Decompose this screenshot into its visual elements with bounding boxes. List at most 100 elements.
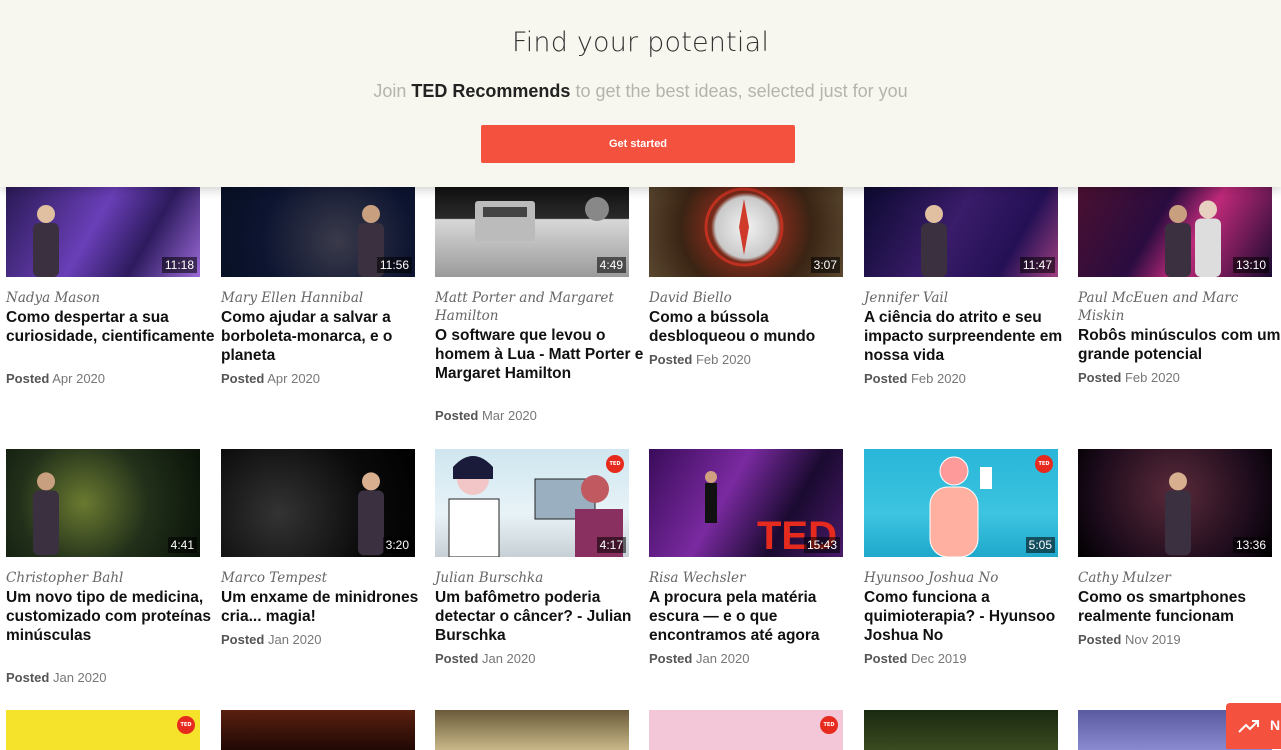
talk-duration: 4:41 [167, 537, 197, 553]
talk-posted-date: Posted Jan 2020 [6, 670, 106, 685]
talk-title[interactable]: A procura pela matéria escura — e o que … [649, 588, 861, 645]
talk-posted-date: Posted Jan 2020 [435, 651, 535, 666]
talk-thumbnail[interactable] [221, 710, 415, 750]
talk-posted-date: Posted Nov 2019 [1078, 632, 1181, 647]
banner-subtitle-prefix: Join [373, 81, 407, 101]
talk-duration: 13:10 [1232, 257, 1269, 273]
banner-subtitle: Join TED Recommends to get the best idea… [0, 81, 1281, 102]
ted-badge-icon: TED [177, 716, 195, 734]
posted-date: Jan 2020 [267, 632, 322, 647]
posted-label: Posted [221, 371, 265, 386]
posted-label: Posted [221, 632, 265, 647]
talk-posted-date: Posted Apr 2020 [6, 371, 105, 386]
talk-speaker: Jennifer Vail [864, 290, 949, 306]
talk-thumbnail[interactable]: TED 15:43 [649, 449, 843, 557]
talk-speaker: Christopher Bahl [6, 570, 124, 586]
ted-badge-icon: TED [1035, 455, 1053, 473]
posted-label: Posted [6, 371, 50, 386]
posted-label: Posted [1078, 370, 1122, 385]
talk-thumbnail[interactable]: TED [649, 710, 843, 750]
posted-date: Feb 2020 [1124, 370, 1180, 385]
posted-date: Feb 2020 [695, 352, 751, 367]
talk-duration: 5:05 [1025, 537, 1055, 553]
talk-title[interactable]: Um enxame de minidrones cria... magia! [221, 588, 433, 626]
talk-thumbnail[interactable] [864, 710, 1058, 750]
talk-thumbnail[interactable]: 11:47 [864, 187, 1058, 277]
talk-posted-date: Posted Feb 2020 [864, 371, 966, 386]
posted-date: Apr 2020 [267, 371, 321, 386]
talk-duration: 4:49 [596, 257, 626, 273]
talk-duration: 15:43 [803, 537, 840, 553]
trending-button[interactable]: N [1226, 703, 1281, 749]
talk-thumbnail[interactable]: TED [6, 710, 200, 750]
talk-posted-date: Posted Mar 2020 [435, 408, 537, 423]
talk-thumbnail[interactable]: 4:49 [435, 187, 629, 277]
talk-title[interactable]: Um novo tipo de medicina, customizado co… [6, 588, 218, 645]
talk-duration: 11:56 [376, 257, 412, 273]
posted-date: Feb 2020 [910, 371, 966, 386]
talk-thumbnail[interactable]: TED 5:05 [864, 449, 1058, 557]
posted-date: Dec 2019 [910, 651, 967, 666]
talk-duration: 3:20 [382, 537, 412, 553]
talk-duration: 11:18 [161, 257, 197, 273]
talk-title[interactable]: Como funciona a quimioterapia? - Hyunsoo… [864, 588, 1076, 645]
talk-speaker: Julian Burschka [435, 570, 544, 586]
talk-duration: 3:07 [810, 257, 840, 273]
talk-speaker: Marco Tempest [221, 570, 328, 586]
talk-speaker: Paul McEuen and Marc Miskin [1078, 290, 1239, 324]
talk-title[interactable]: Robôs minúsculos com um grande potencial [1078, 326, 1281, 364]
talk-speaker: David Biello [649, 290, 732, 306]
ted-badge-icon: TED [606, 455, 624, 473]
talk-title[interactable]: A ciência do atrito e seu impacto surpre… [864, 308, 1076, 365]
talk-thumbnail[interactable]: 11:56 [221, 187, 415, 277]
talk-title[interactable]: Um bafômetro poderia detectar o câncer? … [435, 588, 647, 645]
posted-date: Jan 2020 [695, 651, 750, 666]
posted-date: Jan 2020 [52, 670, 107, 685]
talk-posted-date: Posted Apr 2020 [221, 371, 320, 386]
posted-label: Posted [1078, 632, 1122, 647]
banner-heading: Find your potential [511, 27, 770, 58]
posted-date: Jan 2020 [481, 651, 536, 666]
trending-up-icon [1238, 720, 1259, 733]
talk-posted-date: Posted Jan 2020 [221, 632, 321, 647]
talk-thumbnail[interactable]: 4:41 [6, 449, 200, 557]
talk-thumbnail[interactable]: 3:07 [649, 187, 843, 277]
talk-posted-date: Posted Feb 2020 [649, 352, 751, 367]
get-started-button[interactable]: Get started [481, 125, 795, 163]
ted-recommends-brand: TED Recommends [411, 81, 571, 101]
talk-title[interactable]: Como despertar a sua curiosidade, cienti… [6, 308, 218, 346]
posted-label: Posted [864, 371, 908, 386]
posted-label: Posted [864, 651, 908, 666]
talk-duration: 4:17 [596, 537, 626, 553]
posted-label: Posted [435, 651, 479, 666]
ted-badge-icon: TED [820, 716, 838, 734]
posted-date: Nov 2019 [1124, 632, 1181, 647]
talk-speaker: Mary Ellen Hannibal [221, 290, 364, 306]
talk-title[interactable]: Como os smartphones realmente funcionam [1078, 588, 1281, 626]
talk-title[interactable]: Como a bússola desbloqueou o mundo [649, 308, 861, 346]
posted-label: Posted [6, 670, 50, 685]
posted-date: Mar 2020 [481, 408, 537, 423]
posted-date: Apr 2020 [52, 371, 106, 386]
talk-thumbnail[interactable]: TED 4:17 [435, 449, 629, 557]
talk-thumbnail[interactable]: 3:20 [221, 449, 415, 557]
talk-speaker: Matt Porter and Margaret Hamilton [435, 290, 614, 324]
posted-label: Posted [649, 352, 693, 367]
recommendation-banner: Find your potential Join TED Recommends … [0, 0, 1281, 187]
talk-thumbnail[interactable]: 13:10 [1078, 187, 1272, 277]
posted-label: Posted [435, 408, 479, 423]
trending-label: N [1270, 717, 1281, 733]
talk-duration: 11:47 [1019, 257, 1055, 273]
talk-title[interactable]: Como ajudar a salvar a borboleta-monarca… [221, 308, 433, 365]
talk-speaker: Risa Wechsler [649, 570, 746, 586]
posted-label: Posted [649, 651, 693, 666]
talk-speaker: Hyunsoo Joshua No [864, 570, 999, 586]
talk-posted-date: Posted Dec 2019 [864, 651, 967, 666]
talk-title[interactable]: O software que levou o homem à Lua - Mat… [435, 326, 647, 383]
talk-duration: 13:36 [1232, 537, 1269, 553]
talk-thumbnail[interactable]: 13:36 [1078, 449, 1272, 557]
talk-thumbnail[interactable]: 11:18 [6, 187, 200, 277]
talk-thumbnail[interactable] [435, 710, 629, 750]
talk-speaker: Nadya Mason [6, 290, 101, 306]
banner-subtitle-suffix: to get the best ideas, selected just for… [575, 81, 908, 101]
